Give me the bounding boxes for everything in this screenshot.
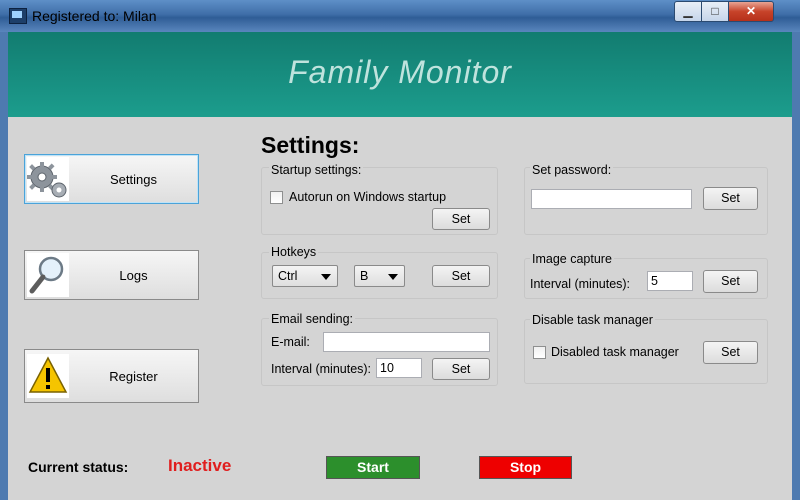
task-manager-label: Disabled task manager — [551, 345, 679, 359]
email-set-button[interactable]: Set — [432, 358, 490, 380]
image-capture-title: Image capture — [530, 252, 614, 266]
client-area: Family Monitor Settings Logs Register Se… — [8, 32, 792, 500]
window-frame-right — [792, 32, 800, 500]
gear-icon — [27, 157, 69, 201]
task-manager-title: Disable task manager — [530, 313, 655, 327]
close-button[interactable]: ✕ — [728, 1, 774, 22]
app-icon — [9, 8, 27, 24]
title-bar: Registered to: Milan ▁ □ ✕ — [0, 0, 800, 32]
password-field[interactable] — [531, 189, 692, 209]
chevron-down-icon — [388, 274, 398, 280]
start-button[interactable]: Start — [326, 456, 420, 479]
image-capture-set-button[interactable]: Set — [703, 270, 758, 293]
minimize-button[interactable]: ▁ — [674, 1, 702, 22]
settings-heading: Settings: — [261, 132, 360, 158]
register-nav-button[interactable]: Register — [24, 349, 199, 403]
logs-nav-button[interactable]: Logs — [24, 250, 199, 300]
task-manager-checkbox[interactable] — [533, 346, 546, 359]
email-label: E-mail: — [271, 335, 310, 349]
warning-icon — [27, 354, 69, 398]
key-value: B — [360, 269, 369, 283]
logs-nav-label: Logs — [119, 268, 148, 283]
password-set-button[interactable]: Set — [703, 187, 758, 210]
chevron-down-icon — [321, 274, 331, 280]
startup-set-button[interactable]: Set — [432, 208, 490, 230]
app-title: Family Monitor — [288, 54, 512, 90]
hotkeys-set-button[interactable]: Set — [432, 265, 490, 287]
modifier-select[interactable]: Ctrl — [272, 265, 338, 287]
password-title: Set password: — [530, 163, 614, 177]
settings-nav-label: Settings — [110, 172, 157, 187]
autorun-label: Autorun on Windows startup — [289, 190, 447, 204]
stop-button[interactable]: Stop — [479, 456, 572, 479]
register-nav-label: Register — [109, 369, 158, 384]
current-status-label: Current status: — [28, 459, 129, 475]
maximize-button[interactable]: □ — [701, 1, 729, 22]
startup-settings-title: Startup settings: — [269, 163, 364, 177]
key-select[interactable]: B — [354, 265, 405, 287]
email-interval-label: Interval (minutes): — [271, 362, 372, 376]
email-field[interactable] — [323, 332, 490, 352]
header-banner: Family Monitor — [8, 32, 792, 117]
status-value: Inactive — [168, 456, 232, 475]
image-capture-interval-label: Interval (minutes): — [530, 277, 631, 291]
modifier-value: Ctrl — [278, 269, 298, 283]
window-title: Registered to: Milan — [32, 8, 157, 24]
email-sending-title: Email sending: — [269, 312, 355, 326]
email-interval-field[interactable]: 10 — [376, 358, 422, 378]
window-frame-left — [0, 32, 8, 500]
task-manager-set-button[interactable]: Set — [703, 341, 758, 364]
hotkeys-title: Hotkeys — [269, 245, 319, 259]
image-capture-interval-field[interactable]: 5 — [647, 271, 693, 291]
magnifier-icon — [27, 253, 69, 297]
settings-nav-button[interactable]: Settings — [24, 154, 199, 204]
autorun-checkbox[interactable] — [270, 191, 283, 204]
